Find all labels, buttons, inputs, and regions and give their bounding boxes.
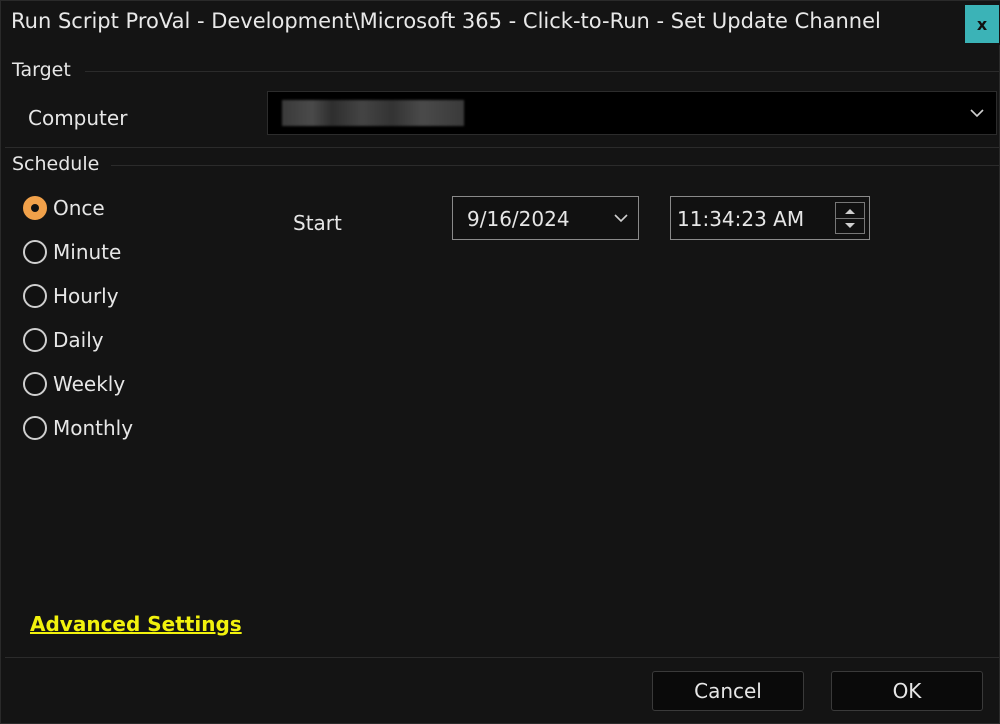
arrow-down-icon (845, 222, 855, 228)
cancel-button[interactable]: Cancel (652, 671, 804, 711)
radio-once-label: Once (53, 196, 105, 220)
time-spin-down-button[interactable] (836, 218, 864, 233)
radio-daily-label: Daily (53, 328, 104, 352)
time-spin-up-button[interactable] (836, 203, 864, 219)
title-bar: Run Script ProVal - Development\Microsof… (1, 1, 1000, 45)
schedule-section-label: Schedule (12, 153, 100, 175)
start-time-value: 11:34:23 AM (677, 207, 805, 231)
start-label: Start (293, 211, 342, 235)
radio-once[interactable]: Once (23, 193, 105, 223)
radio-once-indicator[interactable] (23, 196, 47, 220)
cancel-button-label: Cancel (694, 679, 762, 703)
schedule-divider (111, 165, 999, 166)
radio-monthly[interactable]: Monthly (23, 413, 133, 443)
radio-weekly-label: Weekly (53, 372, 126, 396)
start-date-value: 9/16/2024 (467, 207, 570, 231)
close-icon: x (976, 14, 988, 34)
computer-label: Computer (28, 106, 128, 130)
time-spinner (835, 202, 865, 234)
footer-divider (5, 657, 999, 658)
chevron-down-icon (970, 109, 984, 118)
advanced-settings-link[interactable]: Advanced Settings (30, 612, 242, 636)
computer-select[interactable] (267, 91, 997, 135)
radio-hourly-indicator[interactable] (23, 284, 47, 308)
window-title: Run Script ProVal - Development\Microsof… (11, 9, 881, 33)
target-bottom-divider (5, 147, 999, 148)
radio-minute-label: Minute (53, 240, 122, 264)
radio-daily-indicator[interactable] (23, 328, 47, 352)
radio-hourly-label: Hourly (53, 284, 119, 308)
target-divider (85, 71, 999, 72)
target-section-label: Target (12, 59, 71, 81)
arrow-up-icon (845, 208, 855, 214)
radio-weekly[interactable]: Weekly (23, 369, 125, 399)
radio-monthly-indicator[interactable] (23, 416, 47, 440)
radio-minute-indicator[interactable] (23, 240, 47, 264)
computer-value-redacted (282, 100, 464, 126)
close-button[interactable]: x (965, 5, 999, 43)
radio-weekly-indicator[interactable] (23, 372, 47, 396)
start-time-picker[interactable]: 11:34:23 AM (670, 196, 870, 240)
radio-hourly[interactable]: Hourly (23, 281, 119, 311)
chevron-down-icon[interactable] (612, 209, 630, 227)
radio-minute[interactable]: Minute (23, 237, 121, 267)
radio-daily[interactable]: Daily (23, 325, 104, 355)
ok-button[interactable]: OK (831, 671, 983, 711)
ok-button-label: OK (892, 679, 922, 703)
radio-monthly-label: Monthly (53, 416, 134, 440)
run-script-dialog: Run Script ProVal - Development\Microsof… (0, 0, 1000, 724)
start-date-picker[interactable]: 9/16/2024 (452, 196, 639, 240)
